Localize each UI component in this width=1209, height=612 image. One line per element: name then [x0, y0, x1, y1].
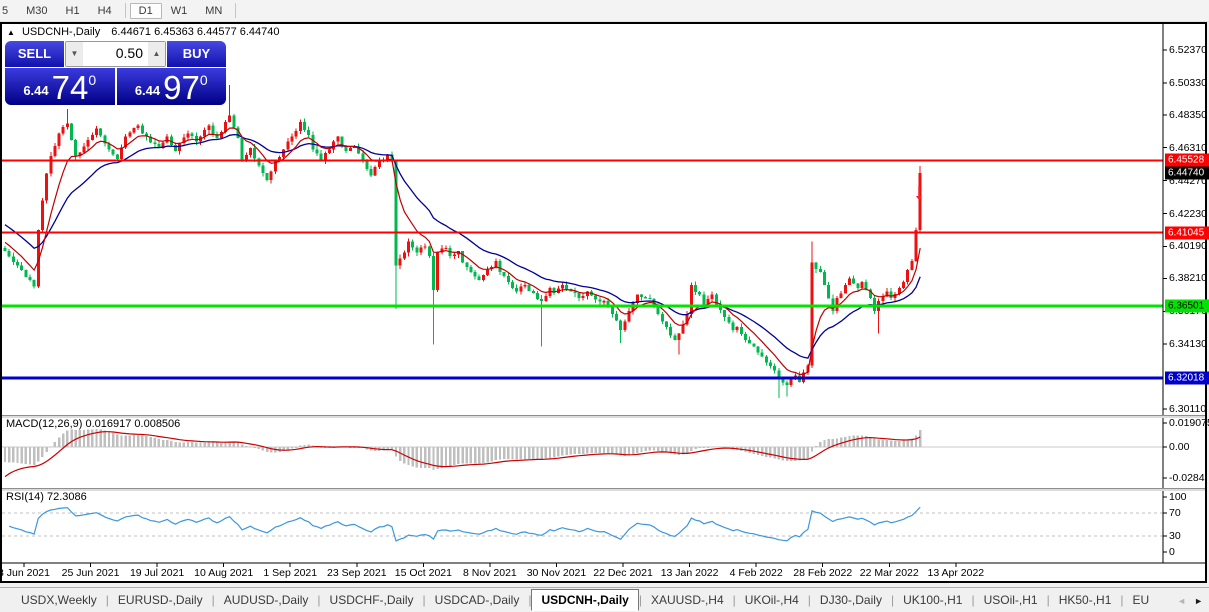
date-label: 4 Feb 2022 [729, 567, 783, 579]
buy-price-main: 97 [163, 69, 200, 106]
date-label: 22 Dec 2021 [593, 567, 653, 579]
tab-ukoil-h4[interactable]: UKOil-,H4 [736, 590, 808, 610]
macd-axis-tick: 0.00 [1169, 441, 1190, 453]
date-label: 13 Jan 2022 [660, 567, 719, 579]
toolbar-separator [124, 3, 126, 18]
tab-uk100-h1[interactable]: UK100-,H1 [894, 590, 971, 610]
volume-stepper: ▼ 0.50 ▲ [65, 41, 166, 67]
chart-tab-bar: USDX,Weekly | EURUSD-,Daily | AUDUSD-,Daily |… [0, 587, 1209, 612]
sell-price-main: 74 [51, 69, 89, 106]
tab-usdcad-daily[interactable]: USDCAD-,Daily [426, 590, 529, 610]
rsi-axis-tick: 100 [1169, 491, 1187, 503]
mt4-terminal: 5 M30 H1 H4 D1 W1 MN ▲ USDCNH-,Daily 6.44671 6… [0, 0, 1209, 612]
rsi-axis-tick: 0 [1169, 546, 1175, 558]
date-label: 3 Jun 2021 [0, 567, 50, 579]
price-axis-tick: 6.38210 [1169, 272, 1207, 285]
date-label: 13 Apr 2022 [927, 567, 985, 579]
date-label: 1 Sep 2021 [263, 567, 318, 579]
price-axis-tick: 6.46310 [1169, 141, 1207, 154]
price-axis-tick: 6.34130 [1169, 338, 1207, 351]
timeframe-mn[interactable]: MN [196, 3, 231, 19]
date-label: 19 Jul 2021 [129, 567, 185, 579]
ohlc-values: 6.44671 6.45363 6.44577 6.44740 [111, 26, 280, 38]
chart-header: ▲ USDCNH-,Daily 6.44671 6.45363 6.44577 … [7, 26, 280, 38]
macd-axis-tick: 0.019075 [1169, 417, 1209, 429]
timeframe-5[interactable]: 5 [0, 3, 17, 19]
macd-indicator-label: MACD(12,26,9) 0.016917 0.008506 [6, 418, 181, 430]
date-label: 15 Oct 2021 [394, 567, 452, 579]
tab-scroll-left-icon[interactable]: ◄ [1177, 596, 1186, 606]
timeframe-h4[interactable]: H4 [89, 3, 121, 19]
tab-usdx-weekly[interactable]: USDX,Weekly [12, 590, 106, 610]
one-click-trading-panel: SELL ▼ 0.50 ▲ BUY 6.44 74 0 6.44 97 0 [5, 41, 226, 105]
toolbar-separator [235, 3, 237, 18]
rsi-axis-tick: 30 [1169, 530, 1181, 542]
macd-axis-tick: -0.0284 [1169, 472, 1205, 484]
price-axis-tick: 6.52370 [1169, 44, 1207, 56]
price-line-label: 6.45528 [1165, 153, 1209, 167]
price-axis-tick: 6.50330 [1169, 76, 1207, 89]
date-label: 30 Nov 2021 [526, 567, 587, 579]
collapse-panel-icon[interactable]: ▲ [7, 28, 15, 37]
tab-xauusd-h4[interactable]: XAUUSD-,H4 [642, 590, 733, 610]
volume-decrease-button[interactable]: ▼ [66, 42, 83, 66]
volume-increase-button[interactable]: ▲ [148, 42, 165, 66]
tab-scroll-arrows: ◄ ► [1175, 588, 1205, 612]
date-label: 25 Jun 2021 [61, 567, 120, 579]
chart-window: ▲ USDCNH-,Daily 6.44671 6.45363 6.44577 … [0, 22, 1209, 583]
sell-price-display[interactable]: 6.44 74 0 [5, 68, 115, 105]
timeframe-toolbar: 5 M30 H1 H4 D1 W1 MN [0, 0, 1209, 22]
rsi-pane-separator[interactable] [2, 488, 1205, 491]
date-label: 28 Feb 2022 [793, 567, 853, 579]
price-chart-svg[interactable] [2, 24, 1205, 581]
timeframe-d1[interactable]: D1 [129, 2, 162, 19]
buy-price-display[interactable]: 6.44 97 0 [116, 68, 226, 106]
rsi-indicator-label: RSI(14) 72.3086 [6, 491, 87, 503]
buy-price-prefix: 6.44 [134, 83, 161, 98]
tab-scroll-right-icon[interactable]: ► [1194, 596, 1203, 606]
tab-usdcnh-daily[interactable]: USDCNH-,Daily [531, 588, 639, 611]
tab-eu[interactable]: EU [1124, 590, 1159, 610]
tab-audusd-daily[interactable]: AUDUSD-,Daily [215, 590, 318, 610]
timeframe-w1[interactable]: W1 [162, 3, 197, 19]
date-label: 8 Nov 2021 [463, 567, 517, 579]
price-line-label: 6.44740 [1165, 166, 1209, 180]
symbol-period-label: USDCNH-,Daily [21, 26, 101, 38]
price-line-label: 6.36501 [1165, 299, 1209, 313]
date-label: 10 Aug 2021 [194, 567, 254, 579]
sell-button[interactable]: SELL [5, 41, 64, 67]
tab-usdchf-daily[interactable]: USDCHF-,Daily [321, 590, 423, 610]
price-axis-tick: 6.42230 [1169, 207, 1207, 220]
sell-price-prefix: 6.44 [23, 83, 49, 98]
sell-price-pipette: 0 [88, 72, 97, 88]
buy-price-pipette: 0 [199, 72, 208, 88]
tab-hk50-h1[interactable]: HK50-,H1 [1050, 590, 1121, 610]
buy-button[interactable]: BUY [167, 41, 226, 67]
price-axis-tick: 6.30110 [1169, 403, 1207, 415]
tab-dj30-daily[interactable]: DJ30-,Daily [811, 590, 891, 610]
tab-eurusd-daily[interactable]: EURUSD-,Daily [109, 590, 212, 610]
date-label: 22 Mar 2022 [859, 567, 919, 579]
rsi-axis-tick: 70 [1169, 507, 1181, 519]
volume-input[interactable]: 0.50 [83, 42, 148, 66]
price-axis-tick: 6.48350 [1169, 108, 1207, 121]
timeframe-h1[interactable]: H1 [57, 3, 89, 19]
tab-usoil-h1[interactable]: USOil-,H1 [975, 590, 1047, 610]
price-line-label: 6.41045 [1165, 226, 1209, 240]
macd-pane-separator[interactable] [2, 415, 1205, 418]
price-axis-tick: 6.40190 [1169, 240, 1207, 253]
price-line-label: 6.32018 [1165, 371, 1209, 385]
timeframe-m30[interactable]: M30 [17, 3, 56, 19]
chart-canvas[interactable]: ▲ USDCNH-,Daily 6.44671 6.45363 6.44577 … [0, 24, 1209, 581]
date-label: 23 Sep 2021 [327, 567, 387, 579]
